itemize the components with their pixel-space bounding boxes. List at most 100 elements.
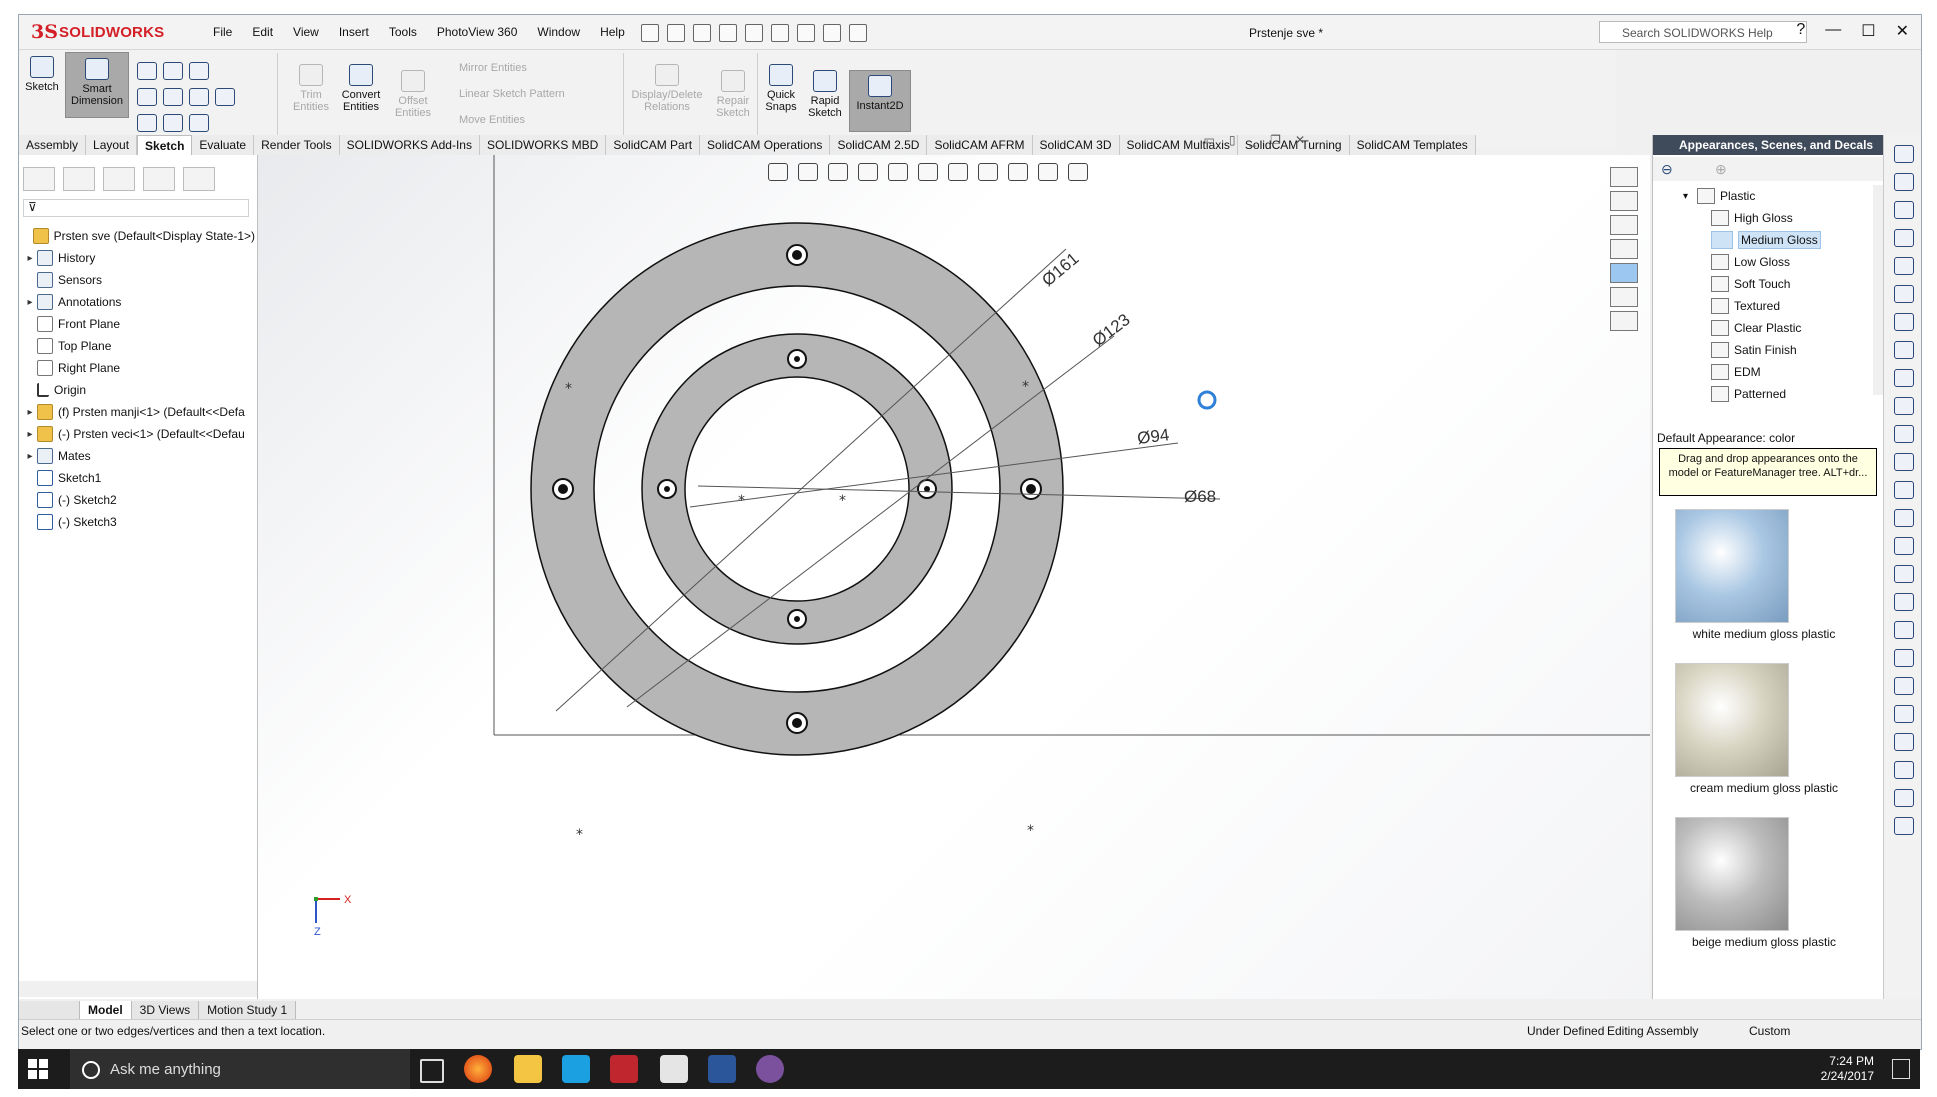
tab-motion-study[interactable]: Motion Study 1 bbox=[199, 1001, 297, 1019]
line-icon[interactable] bbox=[1894, 201, 1914, 219]
appearance-item[interactable]: Soft Touch bbox=[1653, 273, 1875, 295]
solidworks-logo[interactable]: 3S SOLIDWORKS bbox=[31, 21, 181, 45]
tab-scroll-arrows[interactable] bbox=[19, 1001, 80, 1019]
tree-item[interactable]: ▸ (-) Prsten veci<1> (Default<<Defau bbox=[23, 423, 255, 445]
mirror-icon[interactable] bbox=[1894, 621, 1914, 639]
open-icon[interactable] bbox=[667, 24, 685, 42]
calculator-icon[interactable] bbox=[660, 1055, 688, 1083]
expand-arrow-icon[interactable]: ▸ bbox=[23, 253, 37, 264]
tab-solidcam-part[interactable]: SolidCAM Part bbox=[606, 135, 701, 155]
print-icon[interactable] bbox=[719, 24, 737, 42]
menu-view[interactable]: View bbox=[283, 25, 329, 39]
relations-icon[interactable] bbox=[1894, 705, 1914, 723]
linear-sketch-pattern-button[interactable]: Linear Sketch Pattern bbox=[459, 88, 565, 100]
circle-icon[interactable] bbox=[1894, 285, 1914, 303]
word-icon[interactable] bbox=[708, 1055, 736, 1083]
rectangle-icon[interactable] bbox=[1894, 229, 1914, 247]
text-icon[interactable] bbox=[1894, 509, 1914, 527]
instant2d-icon[interactable] bbox=[1894, 817, 1914, 835]
graphics-area[interactable]: Ø161 Ø123 Ø94 Ø68 * * * * * * X Z bbox=[258, 155, 1650, 999]
trim-entities-button[interactable]: Trim Entities bbox=[289, 64, 333, 113]
property-manager-icon[interactable] bbox=[63, 167, 95, 191]
slot-icon[interactable] bbox=[137, 114, 157, 132]
arc-icon[interactable] bbox=[163, 88, 183, 106]
tab-solidcam-afrm[interactable]: SolidCAM AFRM bbox=[927, 135, 1033, 155]
appearance-item[interactable]: Clear Plastic bbox=[1653, 317, 1875, 339]
tab-model[interactable]: Model bbox=[80, 1001, 132, 1019]
tree-item[interactable]: (-) Sketch3 bbox=[23, 511, 255, 533]
select-icon[interactable] bbox=[771, 24, 789, 42]
appearances-tab-icon[interactable] bbox=[1610, 263, 1638, 283]
menu-photoview[interactable]: PhotoView 360 bbox=[427, 25, 528, 39]
slot-icon[interactable] bbox=[1894, 257, 1914, 275]
appearance-item[interactable]: Low Gloss bbox=[1653, 251, 1875, 273]
skype-icon[interactable] bbox=[562, 1055, 590, 1083]
menu-file[interactable]: File bbox=[203, 25, 242, 39]
convert-entities-button[interactable]: Convert Entities bbox=[335, 64, 387, 113]
rapid-sketch-button[interactable]: Rapid Sketch bbox=[805, 70, 845, 119]
spline-icon[interactable] bbox=[189, 62, 209, 80]
minimize-viewport-icon[interactable]: _ bbox=[1249, 133, 1256, 147]
rectangle-icon[interactable] bbox=[137, 88, 157, 106]
configuration-manager-icon[interactable] bbox=[103, 167, 135, 191]
sketch-button[interactable]: Sketch bbox=[25, 56, 59, 93]
options-gear-icon[interactable] bbox=[849, 24, 867, 42]
tree-item[interactable]: Top Plane bbox=[23, 335, 255, 357]
tree-item[interactable]: Right Plane bbox=[23, 357, 255, 379]
file-explorer-icon[interactable] bbox=[1610, 215, 1638, 235]
tree-horizontal-scrollbar[interactable] bbox=[19, 981, 257, 997]
collapse-icon[interactable]: ▾ bbox=[1683, 191, 1697, 202]
display-delete-relations-button[interactable]: Display/Delete Relations bbox=[629, 64, 705, 113]
smart-dimension-button[interactable]: Smart Dimension bbox=[65, 52, 129, 118]
firefox-icon[interactable] bbox=[464, 1055, 492, 1083]
tree-item[interactable]: ▸ (f) Prsten manji<1> (Default<<Defa bbox=[23, 401, 255, 423]
dim-68[interactable]: Ø68 bbox=[1184, 487, 1216, 506]
beige-medium-gloss-swatch[interactable] bbox=[1675, 817, 1789, 931]
tree-item[interactable]: Sketch1 bbox=[23, 467, 255, 489]
menu-help[interactable]: Help bbox=[590, 25, 635, 39]
menu-window[interactable]: Window bbox=[527, 25, 590, 39]
viber-icon[interactable] bbox=[756, 1055, 784, 1083]
line-icon[interactable] bbox=[137, 62, 157, 80]
close-button[interactable]: ✕ bbox=[1896, 21, 1909, 41]
solidworks-taskbar-icon[interactable] bbox=[610, 1055, 638, 1083]
rectangle-icon[interactable] bbox=[1894, 173, 1914, 191]
menu-edit[interactable]: Edit bbox=[242, 25, 283, 39]
forum-icon[interactable] bbox=[1610, 311, 1638, 331]
file-properties-icon[interactable] bbox=[823, 24, 841, 42]
expand-arrow-icon[interactable]: ▸ bbox=[23, 451, 37, 462]
pattern-icon[interactable] bbox=[1894, 649, 1914, 667]
plane-icon[interactable] bbox=[1894, 425, 1914, 443]
display-manager-icon[interactable] bbox=[183, 167, 215, 191]
trim-icon[interactable] bbox=[1894, 537, 1914, 555]
dim-94[interactable]: Ø94 bbox=[1136, 425, 1170, 448]
close-viewport-icon[interactable]: ✕ bbox=[1295, 133, 1305, 147]
tree-item[interactable]: Front Plane bbox=[23, 313, 255, 335]
tab-sketch[interactable]: Sketch bbox=[137, 135, 193, 156]
file-explorer-taskbar-icon[interactable] bbox=[514, 1055, 542, 1083]
tab-solidcam-operations[interactable]: SolidCAM Operations bbox=[700, 135, 831, 155]
tab-addins[interactable]: SOLIDWORKS Add-Ins bbox=[339, 135, 480, 155]
tab-assembly[interactable]: Assembly bbox=[19, 135, 87, 155]
quick-snaps-button[interactable]: Quick Snaps bbox=[761, 64, 801, 113]
convert-icon[interactable] bbox=[1894, 565, 1914, 583]
ellipse-icon[interactable] bbox=[1894, 369, 1914, 387]
help-button[interactable]: ? bbox=[1796, 21, 1805, 41]
quick-snaps-icon[interactable] bbox=[1894, 761, 1914, 779]
white-medium-gloss-swatch[interactable] bbox=[1675, 509, 1789, 623]
save-icon[interactable] bbox=[693, 24, 711, 42]
spline-icon[interactable] bbox=[1894, 341, 1914, 359]
tab-mbd[interactable]: SOLIDWORKS MBD bbox=[479, 135, 607, 155]
arc-icon[interactable] bbox=[1894, 313, 1914, 331]
dim-123[interactable]: Ø123 bbox=[1089, 310, 1134, 350]
tree-filter-input[interactable]: ⊽ bbox=[23, 199, 249, 217]
folder-plastic[interactable]: ▾ Plastic bbox=[1653, 185, 1875, 207]
text-icon[interactable] bbox=[215, 88, 235, 106]
fillet-icon[interactable] bbox=[189, 114, 209, 132]
tree-item[interactable]: ▸ Annotations bbox=[23, 291, 255, 313]
repair-icon[interactable] bbox=[1894, 733, 1914, 751]
cortana-search[interactable]: Ask me anything bbox=[70, 1049, 410, 1089]
task-view-icon[interactable] bbox=[420, 1059, 444, 1083]
smart-dimension-icon[interactable] bbox=[1894, 145, 1914, 163]
tree-item[interactable]: ▸ Mates bbox=[23, 445, 255, 467]
